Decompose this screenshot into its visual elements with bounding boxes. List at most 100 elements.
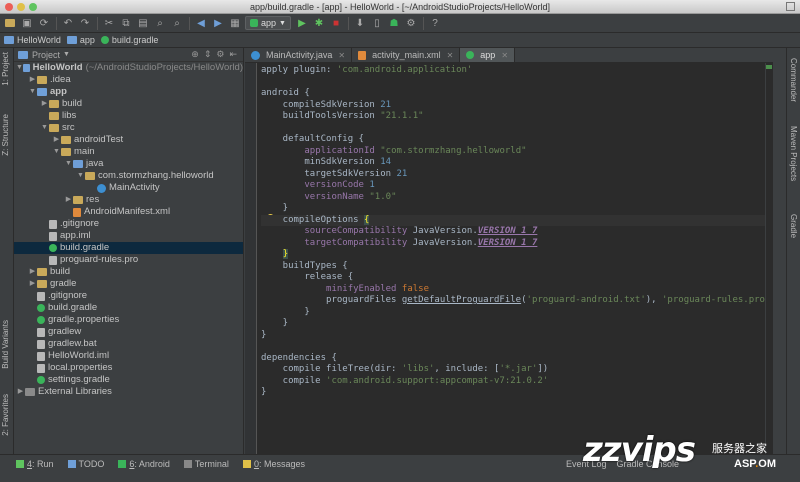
code-line[interactable]: }: [261, 249, 770, 261]
close-tab-icon[interactable]: ✕: [338, 51, 345, 60]
find-icon[interactable]: ⌕: [153, 16, 167, 30]
help-icon[interactable]: ?: [428, 16, 442, 30]
tool-tab-bottom[interactable]: 0: Messages: [242, 459, 305, 469]
editor-tab[interactable]: activity_main.xml ✕: [352, 48, 461, 62]
editor-scrollbar[interactable]: [765, 63, 773, 454]
paste-icon[interactable]: ▤: [136, 16, 150, 30]
chevron-down-icon[interactable]: ▼: [52, 146, 61, 158]
close-tab-icon[interactable]: ✕: [501, 51, 508, 60]
redo-icon[interactable]: ↷: [78, 16, 92, 30]
code-line[interactable]: }: [261, 330, 770, 342]
tree-item[interactable]: .gitignore: [14, 218, 243, 230]
tree-item[interactable]: app.iml: [14, 230, 243, 242]
code-line[interactable]: apply plugin: 'com.android.application': [261, 65, 770, 77]
code-line[interactable]: buildTypes {: [261, 261, 770, 273]
run-icon[interactable]: ▶: [295, 16, 309, 30]
code-line[interactable]: [261, 77, 770, 89]
code-line[interactable]: versionName "1.0": [261, 192, 770, 204]
code-line[interactable]: compileSdkVersion 21: [261, 100, 770, 112]
code-line[interactable]: compile 'com.android.support:appcompat-v…: [261, 376, 770, 388]
breadcrumb-item-helloworld[interactable]: HelloWorld: [4, 35, 61, 45]
chevron-right-icon[interactable]: ▶: [28, 74, 37, 86]
code-line[interactable]: android {: [261, 88, 770, 100]
code-line[interactable]: minSdkVersion 14: [261, 157, 770, 169]
tree-item[interactable]: settings.gradle: [14, 374, 243, 386]
tool-tab-bottom[interactable]: 6: Android: [118, 459, 170, 469]
tree-item[interactable]: ▶ .idea: [14, 74, 243, 86]
tree-item[interactable]: local.properties: [14, 362, 243, 374]
save-all-icon[interactable]: ▣: [20, 16, 34, 30]
tool-tab-bottom[interactable]: Terminal: [183, 459, 229, 469]
chevron-down-icon[interactable]: ▼: [64, 158, 73, 170]
tree-item[interactable]: ▼ HelloWorld (~/AndroidStudioProjects/Hell…: [14, 62, 243, 74]
stop-icon[interactable]: ■: [329, 16, 343, 30]
back-icon[interactable]: ◀: [194, 16, 208, 30]
tool-tab-maven-projects[interactable]: Maven Projects: [789, 126, 798, 181]
chevron-right-icon[interactable]: ▶: [64, 194, 73, 206]
code-line[interactable]: }: [261, 387, 770, 399]
tree-item[interactable]: ▶ External Libraries: [14, 386, 243, 398]
tree-item[interactable]: ▶ androidTest: [14, 134, 243, 146]
debug-icon[interactable]: ✱: [312, 16, 326, 30]
forward-icon[interactable]: ▶: [211, 16, 225, 30]
cut-icon[interactable]: ✂: [102, 16, 116, 30]
hide-panel-icon[interactable]: ⇤: [229, 49, 237, 60]
chevron-down-icon[interactable]: ▼: [40, 122, 49, 134]
code-line[interactable]: [261, 123, 770, 135]
chevron-right-icon[interactable]: ▶: [40, 98, 49, 110]
tree-item[interactable]: ▼ app: [14, 86, 243, 98]
run-config-select[interactable]: app ▼: [245, 16, 291, 30]
make-project-icon[interactable]: ▦: [228, 16, 242, 30]
editor-tab[interactable]: MainActivity.java ✕: [245, 48, 353, 62]
undo-icon[interactable]: ↶: [61, 16, 75, 30]
code-line[interactable]: [261, 341, 770, 353]
project-view-select[interactable]: Project: [32, 50, 60, 60]
tool-tab-gradle[interactable]: Gradle: [789, 214, 798, 238]
chevron-down-icon[interactable]: ▼: [63, 51, 70, 58]
code-text[interactable]: apply plugin: 'com.android.application' …: [261, 65, 771, 399]
breadcrumb-item-app[interactable]: app: [66, 35, 95, 45]
code-line[interactable]: }: [261, 307, 770, 319]
code-line[interactable]: targetCompatibility JavaVersion.VERSION_…: [261, 238, 770, 250]
chevron-down-icon[interactable]: ▼: [28, 86, 37, 98]
code-line[interactable]: defaultConfig {: [261, 134, 770, 146]
tool-tab-bottom[interactable]: TODO: [67, 459, 104, 469]
code-line[interactable]: versionCode 1: [261, 180, 770, 192]
android-device-icon[interactable]: ☗: [387, 16, 401, 30]
avd-manager-icon[interactable]: ▯: [370, 16, 384, 30]
tree-item[interactable]: AndroidManifest.xml: [14, 206, 243, 218]
tree-item[interactable]: libs: [14, 110, 243, 122]
chevron-right-icon[interactable]: ▶: [28, 266, 37, 278]
chevron-right-icon[interactable]: ▶: [52, 134, 61, 146]
open-folder-icon[interactable]: [3, 16, 17, 30]
tool-tab-build-variants[interactable]: Build Variants: [1, 320, 10, 369]
tool-tab-favorites[interactable]: 2: Favorites: [1, 394, 10, 436]
code-editor[interactable]: apply plugin: 'com.android.application' …: [245, 63, 773, 454]
tool-tab-structure[interactable]: Z: Structure: [1, 114, 10, 156]
tree-item[interactable]: ▶ res: [14, 194, 243, 206]
tree-item[interactable]: build.gradle: [14, 302, 243, 314]
code-line[interactable]: release {: [261, 272, 770, 284]
copy-icon[interactable]: ⧉: [119, 16, 133, 30]
sync-icon[interactable]: ⟳: [37, 16, 51, 30]
zoom-window-button[interactable]: [29, 3, 37, 11]
code-line[interactable]: compile fileTree(dir: 'libs', include: […: [261, 364, 770, 376]
chevron-down-icon[interactable]: ▼: [76, 170, 85, 182]
editor-gutter[interactable]: [245, 63, 257, 454]
tree-item[interactable]: gradle.properties: [14, 314, 243, 326]
minimize-window-button[interactable]: [17, 3, 25, 11]
chevron-right-icon[interactable]: ▶: [16, 386, 25, 398]
code-line[interactable]: dependencies {: [261, 353, 770, 365]
tree-item[interactable]: gradlew: [14, 326, 243, 338]
code-line[interactable]: sourceCompatibility JavaVersion.VERSION_…: [261, 226, 770, 238]
tool-tab-bottom[interactable]: 4: Run: [16, 459, 54, 469]
tree-item[interactable]: proguard-rules.pro: [14, 254, 243, 266]
editor-tab[interactable]: app ✕: [460, 48, 516, 62]
replace-icon[interactable]: ⌕: [170, 16, 184, 30]
tree-item[interactable]: build.gradle: [14, 242, 243, 254]
tree-item[interactable]: ▼ main: [14, 146, 243, 158]
tree-item[interactable]: ▼ src: [14, 122, 243, 134]
tree-item[interactable]: ▶ build: [14, 98, 243, 110]
tree-item[interactable]: HelloWorld.iml: [14, 350, 243, 362]
code-line[interactable]: buildToolsVersion "21.1.1": [261, 111, 770, 123]
